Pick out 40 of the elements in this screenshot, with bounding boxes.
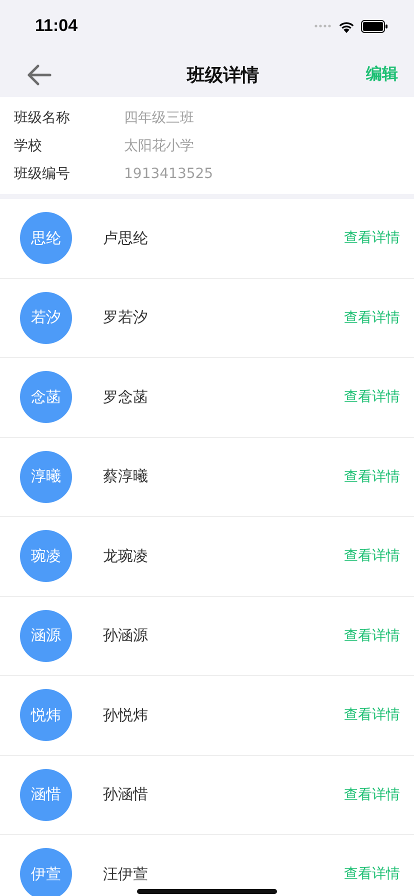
wifi-icon <box>338 20 355 32</box>
student-name: 罗若汐 <box>103 308 148 328</box>
battery-icon <box>361 20 388 32</box>
info-value: 太阳花小学 <box>124 137 194 155</box>
student-avatar: 伊萱 <box>20 848 72 896</box>
student-name: 蔡淳曦 <box>103 467 148 486</box>
info-value: 1913413525 <box>124 166 214 182</box>
student-name: 卢思纶 <box>103 228 148 248</box>
view-details-link[interactable]: 查看详情 <box>344 468 400 486</box>
page-title: 班级详情 <box>187 64 259 86</box>
student-name: 孙悦炜 <box>103 706 148 725</box>
info-label: 学校 <box>14 137 43 155</box>
student-avatar: 若汐 <box>20 292 72 344</box>
student-name: 龙琬凌 <box>103 546 148 566</box>
student-name: 汪伊萱 <box>103 864 148 884</box>
student-avatar: 思纶 <box>20 212 72 264</box>
view-details-link[interactable]: 查看详情 <box>344 547 400 566</box>
student-avatar: 涵惜 <box>20 768 72 821</box>
student-avatar: 悦炜 <box>20 689 72 742</box>
info-label: 班级名称 <box>14 109 71 127</box>
student-name: 孙涵源 <box>103 626 148 646</box>
signal-icon <box>314 24 332 28</box>
edit-button[interactable]: 编辑 <box>366 64 398 85</box>
view-details-link[interactable]: 查看详情 <box>344 229 400 248</box>
student-avatar: 念菡 <box>20 371 72 424</box>
student-avatar: 淳曦 <box>20 450 72 503</box>
student-avatar: 琬凌 <box>20 530 72 582</box>
student-name: 罗念菡 <box>103 388 148 407</box>
view-details-link[interactable]: 查看详情 <box>344 865 400 884</box>
back-arrow-icon[interactable] <box>26 64 52 86</box>
view-details-link[interactable]: 查看详情 <box>344 308 400 327</box>
view-details-link[interactable]: 查看详情 <box>344 626 400 645</box>
student-avatar: 涵源 <box>20 610 72 662</box>
view-details-link[interactable]: 查看详情 <box>344 706 400 724</box>
view-details-link[interactable]: 查看详情 <box>344 786 400 804</box>
status-time: 11:04 <box>35 16 78 36</box>
info-label: 班级编号 <box>14 165 71 183</box>
view-details-link[interactable]: 查看详情 <box>344 388 400 406</box>
student-name: 孙涵惜 <box>103 785 148 804</box>
info-value: 四年级三班 <box>124 109 194 127</box>
